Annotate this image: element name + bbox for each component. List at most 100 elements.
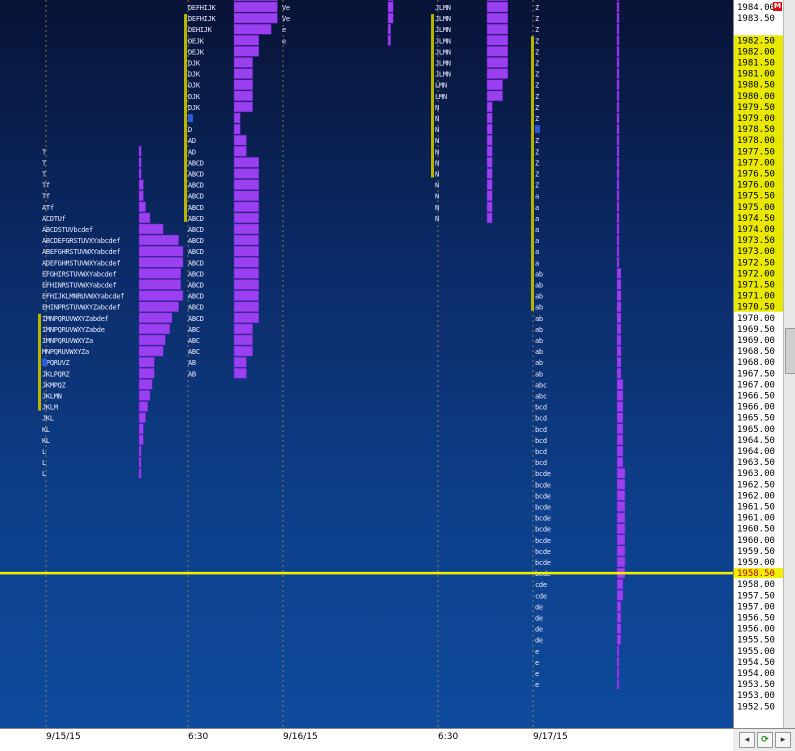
price-tick-label: 1975.00 — [737, 203, 775, 213]
tpo-letters: ABCD — [188, 237, 204, 245]
tpo-bar — [138, 434, 144, 446]
tpo-letters: JLMN — [435, 15, 451, 23]
price-tick-label: 1958.50 — [737, 569, 775, 579]
tpo-letters: JLMN — [435, 37, 451, 45]
vertical-scroll-thumb[interactable] — [785, 328, 795, 374]
tpo-bar — [616, 401, 624, 412]
tpo-letters: DJK — [188, 104, 201, 112]
tpo-bar — [233, 323, 253, 335]
price-tick-label: 1962.50 — [737, 480, 775, 490]
tpo-letters: ACDTUf — [42, 215, 66, 223]
tpo-bar — [138, 456, 142, 468]
tpo-bar — [138, 268, 182, 279]
tpo-bar — [616, 412, 624, 423]
tpo-letters: cde — [535, 592, 547, 600]
time-axis: 9/15/15 6:30 9/16/15 6:30 9/17/15 — [0, 728, 733, 751]
tpo-letters: Z — [535, 115, 539, 123]
tpo-letters: a — [535, 204, 539, 212]
tpo-bar — [616, 201, 620, 213]
price-tick-label: 1970.00 — [737, 314, 775, 324]
tpo-letters: ABC — [188, 337, 200, 345]
tpo-letters: ATf — [42, 204, 54, 212]
price-tick-label: 1967.00 — [737, 380, 775, 390]
tpo-bar — [616, 501, 626, 512]
tpo-letters: N — [435, 148, 439, 156]
tpo-letters: a — [535, 237, 539, 245]
price-tick-label: 1976.50 — [737, 170, 775, 180]
tpo-bar — [233, 212, 260, 224]
tpo-letters: Z — [535, 137, 539, 145]
price-tick-label: 1973.00 — [737, 247, 775, 257]
tpo-bar — [616, 268, 622, 279]
tpo-bar — [233, 368, 247, 379]
tpo-bar — [233, 179, 260, 190]
tpo-letters: DJK — [188, 71, 201, 79]
scroll-left-icon[interactable]: ◂ — [739, 732, 755, 748]
value-area-bar — [38, 313, 41, 411]
tpo-letters: Tf — [42, 193, 50, 201]
tpo-bar — [616, 23, 620, 35]
tpo-bar — [138, 334, 166, 346]
profile-plot-area[interactable]: L L L KL KL JKL JKLM JKLMN JKMPQZ JKLPQRZ MPQRUVZ M… — [0, 0, 733, 728]
price-axis[interactable]: 1984.00 1983.50 1982.50 1982.00 1981.50 1981.… — [733, 0, 784, 728]
price-tick-label: 1968.00 — [737, 358, 775, 368]
tpo-bar — [486, 157, 493, 168]
tpo-letters: JLMN — [435, 26, 451, 34]
tpo-letters: ABCD — [188, 248, 204, 256]
tpo-letters: ab — [535, 359, 543, 367]
tpo-bar — [233, 101, 253, 113]
tpo-letters: bcde — [535, 548, 551, 556]
price-tick-label: 1971.00 — [737, 292, 775, 302]
tpo-bar — [486, 112, 493, 124]
price-tick-label: 1956.50 — [737, 614, 775, 624]
tpo-bar — [138, 190, 144, 201]
tpo-letters: abc — [535, 381, 547, 389]
tpo-bar — [616, 467, 626, 479]
tpo-bar — [387, 0, 394, 2]
tpo-bar — [616, 368, 622, 379]
tpo-bar — [233, 46, 260, 57]
tpo-letters: N — [435, 171, 439, 179]
tpo-bar — [138, 168, 142, 179]
scroll-right-icon[interactable]: ▸ — [775, 732, 791, 748]
tpo-bar — [387, 23, 391, 35]
tpo-bar — [616, 123, 620, 135]
tpo-letters: bcde — [535, 537, 551, 545]
refresh-icon[interactable]: ⟳ — [757, 732, 773, 748]
price-tick-label: 1977.00 — [737, 158, 775, 168]
tpo-letters: ABCD — [188, 159, 204, 167]
price-tick-label: 1984.00 — [737, 3, 775, 13]
tpo-bar — [138, 379, 153, 390]
tpo-letters: JLMN — [435, 60, 451, 68]
tpo-bar — [233, 90, 253, 102]
tpo-bar — [616, 590, 624, 601]
tpo-bar — [138, 257, 184, 268]
tpo-letters: JLMN — [435, 4, 451, 12]
price-tick-label: 1959.50 — [737, 547, 775, 557]
price-tick-label: 1960.00 — [737, 536, 775, 546]
time-label: 9/17/15 — [533, 732, 568, 742]
tpo-bar — [616, 146, 620, 157]
tpo-bar — [138, 223, 164, 235]
tpo-bar — [616, 523, 626, 534]
tpo-bar — [616, 612, 622, 623]
tpo-letters: JKMPQZ — [42, 381, 66, 389]
tpo-letters: EHINPRSTUVWXYZabcdef — [42, 304, 120, 312]
tpo-letters: L — [42, 448, 46, 456]
tpo-bar — [233, 168, 260, 179]
tpo-bar — [616, 634, 622, 645]
tpo-letters: Z — [535, 0, 539, 1]
tpo-letters: Z — [535, 26, 539, 34]
tpo-letters: AB — [188, 370, 196, 378]
time-label: 6:30 — [438, 732, 459, 742]
price-tick-label: 1978.50 — [737, 125, 775, 135]
tpo-bar — [233, 0, 278, 2]
tpo-bar — [616, 212, 620, 224]
vertical-scrollbar[interactable] — [783, 0, 795, 728]
price-tick-label: 1962.00 — [737, 491, 775, 501]
tpo-letters: bcd — [535, 437, 547, 445]
tpo-letters: JKLM — [42, 404, 58, 412]
tpo-bar — [138, 157, 142, 168]
price-tick-label: 1955.00 — [737, 647, 775, 657]
tpo-letters: ab — [535, 315, 543, 323]
